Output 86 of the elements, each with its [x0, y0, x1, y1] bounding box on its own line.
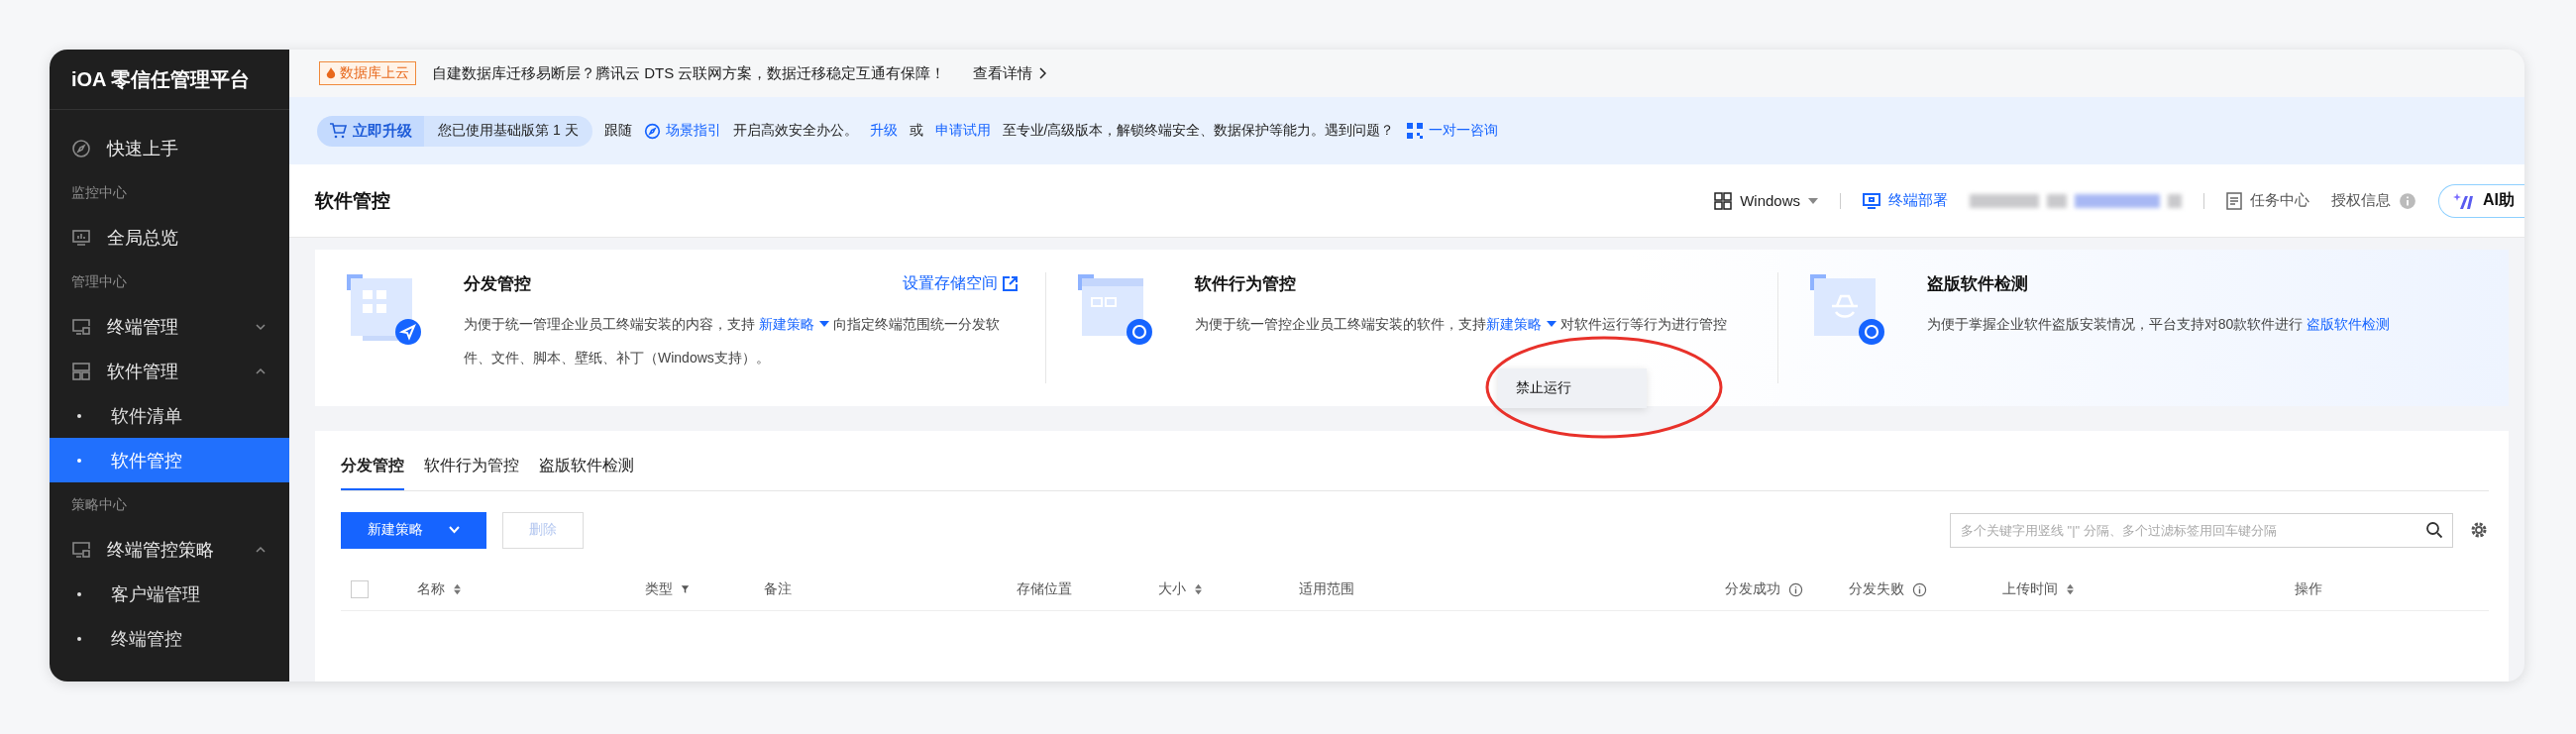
link[interactable]: 盗版软件检测	[2307, 307, 2391, 341]
chevron-icon	[1038, 67, 1047, 79]
sidebar-subitem[interactable]: 客户端管理	[50, 572, 289, 616]
cart-icon	[329, 123, 347, 139]
windows-icon	[1714, 191, 1733, 210]
section-label: 监控中心	[71, 183, 127, 202]
link[interactable]: 申请试用	[934, 122, 991, 140]
license-info-link[interactable]: 授权信息	[2331, 191, 2416, 210]
column-header: 备注	[764, 580, 792, 598]
sort-icon[interactable]	[453, 583, 462, 595]
dropdown-link[interactable]: 新建策略	[1486, 307, 1557, 341]
app-title: iOA 零信任管理平台	[71, 66, 251, 92]
page-title: 软件管控	[315, 188, 391, 213]
upgrade-button[interactable]: 立即升级	[317, 115, 424, 147]
column-header: 分发失败	[1849, 580, 1904, 598]
column-header: 操作	[2295, 580, 2322, 598]
sidebar-subitem[interactable]: 终端管控	[50, 616, 289, 661]
upgrade-text: 开启高效安全办公。	[732, 122, 858, 140]
column-header: 大小	[1158, 580, 1186, 598]
ai-assistant-button[interactable]: AI助	[2438, 183, 2524, 218]
promo-tag: 数据库上云	[319, 61, 416, 85]
sort-icon[interactable]	[2066, 583, 2075, 595]
card-title: 分发管控	[464, 273, 531, 295]
document-icon	[2226, 191, 2242, 210]
column-header: 上传时间	[2002, 580, 2058, 598]
consult-link[interactable]: 一对一咨询	[1406, 122, 1499, 140]
guide-link[interactable]: 场景指引	[643, 122, 721, 140]
caret-icon	[1808, 196, 1818, 205]
tab[interactable]: 分发管控	[341, 431, 404, 490]
tab[interactable]: 软件行为管控	[424, 431, 519, 490]
task-center-link[interactable]: 任务中心	[2226, 191, 2309, 210]
card-title: 盗版软件检测	[1926, 273, 2028, 295]
upgrade-text: 至专业/高级版本，解锁终端安全、数据保护等能力。遇到问题？	[1002, 122, 1395, 140]
upgrade-text: 跟随	[603, 122, 632, 140]
usage-label: 您已使用基础版第 1 天	[424, 115, 592, 147]
details-link[interactable]: 查看详情	[973, 63, 1047, 83]
os-selector[interactable]: Windows	[1714, 191, 1818, 210]
compass-icon	[71, 138, 91, 158]
card-description: 为便于统一管理企业员工终端安装的内容，支持 新建策略 向指定终端范围统一分发软件、文件、脚本、壁纸、补丁（Windows支持）。	[464, 307, 1019, 374]
select-all-checkbox[interactable]	[351, 580, 369, 598]
settings-icon[interactable]	[2469, 520, 2489, 540]
column-header: 名称	[417, 580, 445, 598]
column-header: 分发成功	[1725, 580, 1780, 598]
sidebar-item[interactable]: 终端管理	[50, 304, 289, 349]
filter-icon[interactable]	[681, 583, 690, 595]
device-icon	[71, 539, 91, 560]
card-title: 软件行为管控	[1195, 273, 1297, 295]
section-label: 管理中心	[71, 272, 127, 291]
new-policy-button[interactable]: 新建策略	[341, 511, 486, 549]
column-header: 类型	[645, 580, 673, 598]
card-description: 为便于统一管控企业员工终端安装的软件，支持新建策略 对软件运行等行为进行管控	[1195, 307, 1750, 341]
sort-icon[interactable]	[1194, 583, 1203, 595]
storage-settings-link[interactable]: 设置存储空间	[903, 273, 1019, 294]
sidebar-item[interactable]: 全局总览	[50, 215, 289, 260]
monitor-icon	[1863, 191, 1880, 210]
link[interactable]: 升级	[869, 122, 898, 140]
section-label: 策略中心	[71, 495, 127, 514]
dropdown-menu-item[interactable]: 禁止运行	[1498, 368, 1647, 408]
apps-icon	[71, 361, 91, 381]
flame-icon	[326, 67, 336, 79]
device-icon	[71, 316, 91, 337]
caret-icon	[449, 526, 460, 534]
qr-code-icon	[1406, 122, 1425, 140]
upgrade-text: 或	[909, 122, 923, 140]
card-description: 为便于掌握企业软件盗版安装情况，平台支持对80款软件进行 盗版软件检测	[1926, 307, 2481, 341]
sidebar-item[interactable]: 终端管控策略	[50, 527, 289, 572]
monitor-icon	[71, 227, 91, 248]
column-header: 存储位置	[1017, 580, 1072, 598]
caret-icon	[1547, 320, 1557, 328]
column-header: 适用范围	[1299, 580, 1354, 598]
info-icon[interactable]	[1912, 581, 1927, 597]
promo-text: 自建数据库迁移易断层？腾讯云 DTS 云联网方案，数据迁移稳定互通有保障！	[432, 63, 946, 83]
search-field[interactable]: 多个关键字用竖线 "|" 分隔、多个过滤标签用回车键分隔	[1950, 512, 2453, 548]
sidebar-item[interactable]: 软件管理	[50, 349, 289, 393]
info-icon[interactable]	[1788, 581, 1803, 597]
sidebar-subitem[interactable]: 软件清单	[50, 393, 289, 438]
tab[interactable]: 盗版软件检测	[539, 431, 634, 490]
search-icon[interactable]	[2425, 520, 2443, 539]
sidebar-subitem[interactable]: 软件管控	[50, 438, 289, 482]
info-icon	[2399, 191, 2416, 210]
compass-icon	[643, 122, 661, 140]
caret-icon	[818, 320, 829, 328]
dropdown-link[interactable]: 新建策略	[758, 307, 829, 341]
deploy-link[interactable]: 终端部署	[1863, 191, 1948, 210]
sidebar-item[interactable]: 快速上手	[50, 126, 289, 170]
external-link-icon	[1003, 276, 1019, 291]
